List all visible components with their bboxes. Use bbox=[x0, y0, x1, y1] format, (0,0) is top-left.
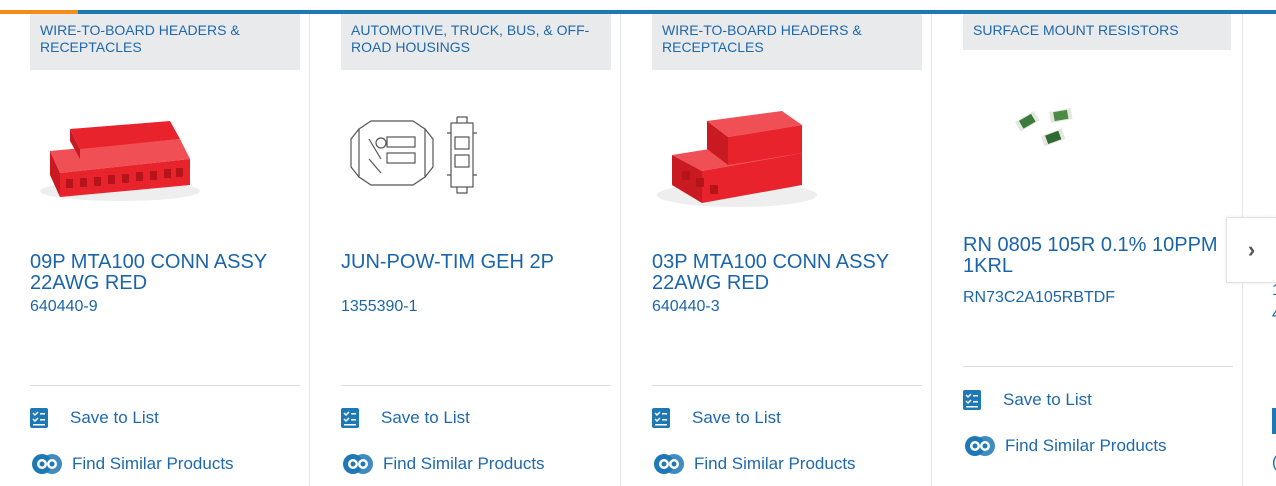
find-similar-label: Find Similar Products bbox=[694, 454, 856, 473]
category-label[interactable]: WIRE-TO-BOARD HEADERS & RECEPTACLES bbox=[652, 14, 922, 70]
find-similar-icon bbox=[343, 454, 373, 474]
product-image[interactable] bbox=[341, 84, 611, 224]
find-similar-button[interactable]: Find Similar Products bbox=[341, 452, 545, 476]
product-title-link[interactable]: 03P MTA100 CONN ASSY 22AWG RED bbox=[652, 252, 922, 294]
smd-resistors-image bbox=[1014, 108, 1073, 147]
divider bbox=[652, 385, 922, 386]
red-3-position-connector-image bbox=[657, 111, 817, 207]
category-label[interactable]: AUTOMOTIVE, TRUCK, BUS, & OFF-ROAD HOUSI… bbox=[341, 14, 611, 70]
partial-part-number-fragment[interactable]: 4 bbox=[1272, 306, 1276, 324]
save-to-list-button[interactable]: Save to List bbox=[341, 408, 470, 428]
housing-line-drawing-image bbox=[350, 116, 477, 194]
find-similar-label: Find Similar Products bbox=[383, 454, 545, 473]
part-number-link[interactable]: 1355390-1 bbox=[341, 298, 418, 316]
product-carousel: WIRE-TO-BOARD HEADERS & RECEPTACLES 09P … bbox=[0, 14, 1276, 486]
divider bbox=[341, 385, 611, 386]
find-similar-label: Find Similar Products bbox=[72, 454, 234, 473]
divider bbox=[963, 366, 1233, 367]
carousel-next-button[interactable]: › bbox=[1226, 217, 1276, 283]
category-label[interactable]: SURFACE MOUNT RESISTORS bbox=[963, 14, 1231, 50]
product-card: WIRE-TO-BOARD HEADERS & RECEPTACLES 09P … bbox=[0, 14, 310, 486]
product-image[interactable] bbox=[652, 84, 922, 224]
red-9-position-connector-image bbox=[40, 121, 200, 201]
product-image[interactable] bbox=[30, 84, 300, 224]
save-to-list-label: Save to List bbox=[1003, 390, 1092, 409]
product-card: WIRE-TO-BOARD HEADERS & RECEPTACLES 03P … bbox=[622, 14, 932, 486]
partial-similar-fragment[interactable]: ( bbox=[1272, 454, 1276, 472]
find-similar-button[interactable]: Find Similar Products bbox=[652, 452, 856, 476]
part-number-link[interactable]: RN73C2A105RBTDF bbox=[963, 289, 1115, 307]
save-to-list-label: Save to List bbox=[70, 408, 159, 427]
product-card: AUTOMOTIVE, TRUCK, BUS, & OFF-ROAD HOUSI… bbox=[311, 14, 621, 486]
checklist-icon bbox=[30, 408, 48, 428]
part-number-link[interactable]: 640440-9 bbox=[30, 298, 98, 316]
product-card: SURFACE MOUNT RESISTORS RN 0805 105R 0.1… bbox=[933, 14, 1243, 486]
save-to-list-label: Save to List bbox=[381, 408, 470, 427]
category-label[interactable]: WIRE-TO-BOARD HEADERS & RECEPTACLES bbox=[30, 14, 300, 70]
find-similar-button[interactable]: Find Similar Products bbox=[963, 434, 1167, 458]
product-title-link[interactable]: 09P MTA100 CONN ASSY 22AWG RED bbox=[30, 252, 300, 294]
checklist-icon bbox=[341, 408, 359, 428]
save-to-list-button[interactable]: Save to List bbox=[963, 390, 1092, 410]
find-similar-icon bbox=[654, 454, 684, 474]
part-number-link[interactable]: 640440-3 bbox=[652, 298, 720, 316]
divider bbox=[30, 385, 300, 386]
save-to-list-label: Save to List bbox=[692, 408, 781, 427]
partial-title-fragment[interactable]: 1 bbox=[1272, 282, 1276, 300]
checklist-icon bbox=[652, 408, 670, 428]
find-similar-icon bbox=[965, 436, 995, 456]
checklist-icon bbox=[963, 390, 981, 410]
product-title-link[interactable]: RN 0805 105R 0.1% 10PPM 1KRL bbox=[963, 235, 1233, 277]
save-to-list-button[interactable]: Save to List bbox=[652, 408, 781, 428]
top-accent-bar bbox=[0, 0, 1276, 14]
partial-checklist-icon[interactable] bbox=[1272, 408, 1276, 434]
chevron-right-icon: › bbox=[1247, 237, 1256, 262]
find-similar-icon bbox=[32, 454, 62, 474]
product-title-link[interactable]: JUN-POW-TIM GEH 2P bbox=[341, 252, 611, 273]
product-image[interactable] bbox=[963, 92, 1233, 172]
save-to-list-button[interactable]: Save to List bbox=[30, 408, 159, 428]
find-similar-button[interactable]: Find Similar Products bbox=[30, 452, 234, 476]
find-similar-label: Find Similar Products bbox=[1005, 436, 1167, 455]
